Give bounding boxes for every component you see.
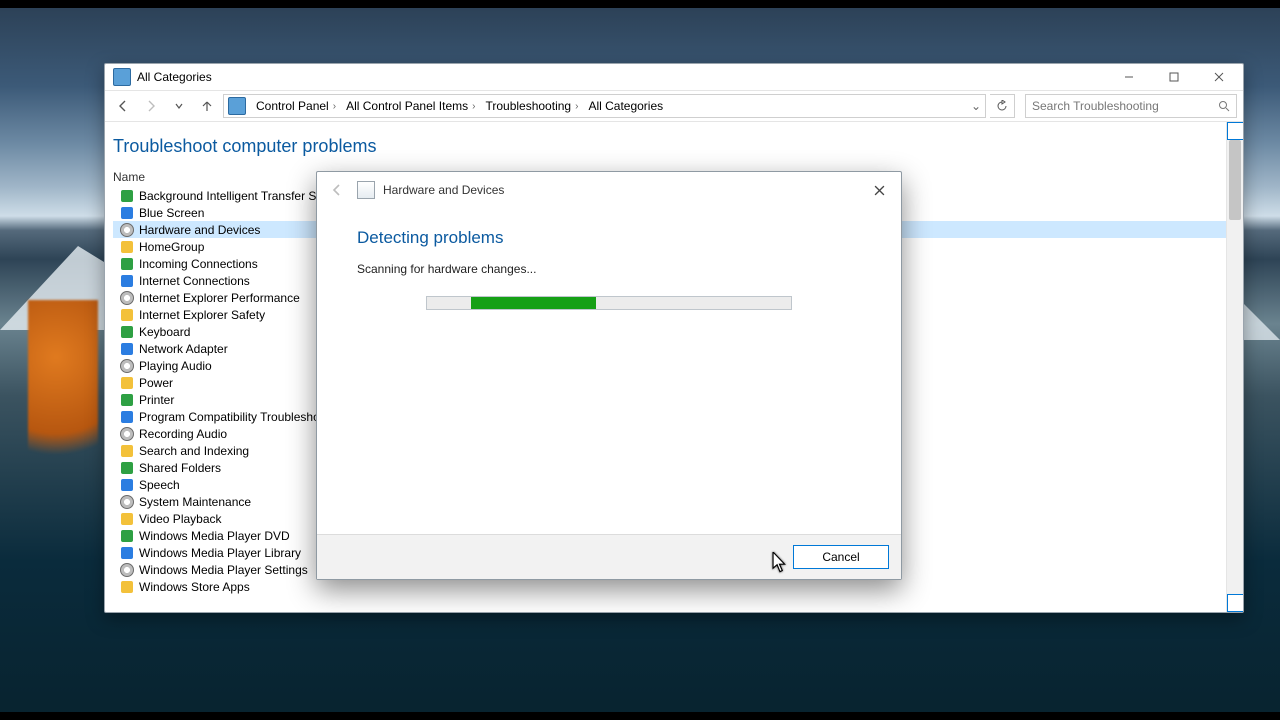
list-item-label: Speech: [139, 478, 180, 492]
troubleshooter-icon: [119, 478, 135, 492]
scroll-down-icon[interactable]: ▾: [1227, 594, 1243, 612]
list-item-label: Blue Screen: [139, 206, 204, 220]
dialog-message: Scanning for hardware changes...: [357, 262, 861, 276]
troubleshooter-icon: [119, 546, 135, 560]
troubleshooter-icon: [119, 240, 135, 254]
list-item-label: Hardware and Devices: [139, 223, 260, 237]
chevron-right-icon: ›: [333, 101, 336, 112]
list-item-label: Recording Audio: [139, 427, 227, 441]
troubleshooter-icon: [119, 359, 135, 373]
maximize-button[interactable]: [1151, 64, 1196, 90]
list-item-label: Search and Indexing: [139, 444, 249, 458]
nav-back-button[interactable]: [111, 94, 135, 118]
list-item-label: Playing Audio: [139, 359, 212, 373]
control-panel-window: All Categories: [104, 63, 1244, 613]
dialog-icon: [357, 181, 375, 199]
troubleshooter-icon: [119, 291, 135, 305]
dialog-header: Detecting problems: [357, 228, 861, 248]
list-item-label: Incoming Connections: [139, 257, 258, 271]
dialog-footer: Cancel: [317, 534, 901, 579]
list-item-label: Program Compatibility Troublesho: [139, 410, 320, 424]
troubleshooter-icon: [119, 495, 135, 509]
troubleshooter-icon: [119, 325, 135, 339]
list-item-label: Network Adapter: [139, 342, 228, 356]
troubleshooter-icon: [119, 461, 135, 475]
troubleshooter-icon: [119, 512, 135, 526]
list-item-label: System Maintenance: [139, 495, 251, 509]
scroll-up-icon[interactable]: ▴: [1227, 122, 1243, 140]
titlebar[interactable]: All Categories: [105, 64, 1243, 91]
list-item-label: HomeGroup: [139, 240, 204, 254]
search-placeholder: Search Troubleshooting: [1032, 99, 1218, 113]
troubleshooter-icon: [119, 376, 135, 390]
chevron-right-icon: ›: [575, 101, 578, 112]
list-item-label: Windows Media Player DVD: [139, 529, 290, 543]
vertical-scrollbar[interactable]: ▴ ▾: [1226, 122, 1243, 612]
troubleshooter-icon: [119, 529, 135, 543]
list-item-label: Background Intelligent Transfer Se: [139, 189, 323, 203]
troubleshooter-icon: [119, 308, 135, 322]
troubleshooter-icon: [119, 580, 135, 594]
progress-segment: [471, 297, 596, 309]
search-icon: [1218, 100, 1230, 112]
dialog-close-button[interactable]: [863, 178, 895, 202]
list-item-label: Keyboard: [139, 325, 190, 339]
troubleshooter-icon: [119, 410, 135, 424]
list-item-label: Printer: [139, 393, 174, 407]
dialog-body: Detecting problems Scanning for hardware…: [317, 208, 901, 534]
window-title: All Categories: [137, 70, 1106, 84]
chevron-right-icon: ›: [472, 101, 475, 112]
troubleshooter-icon: [119, 563, 135, 577]
list-item-label: Shared Folders: [139, 461, 221, 475]
page-title: Troubleshoot computer problems: [113, 136, 1235, 157]
desktop-wallpaper: All Categories: [0, 0, 1280, 720]
troubleshooter-icon: [119, 342, 135, 356]
list-item-label: Windows Store Apps: [139, 580, 250, 594]
breadcrumb[interactable]: Control Panel›: [252, 96, 340, 116]
troubleshooter-icon: [119, 223, 135, 237]
troubleshooter-icon: [119, 393, 135, 407]
list-item-label: Internet Connections: [139, 274, 250, 288]
address-bar[interactable]: Control Panel› All Control Panel Items› …: [223, 94, 986, 118]
list-item-label: Internet Explorer Performance: [139, 291, 300, 305]
list-item-label: Windows Media Player Library: [139, 546, 301, 560]
close-button[interactable]: [1196, 64, 1241, 90]
nav-forward-button[interactable]: [139, 94, 163, 118]
troubleshooter-icon: [119, 427, 135, 441]
address-icon: [228, 97, 246, 115]
window-icon: [113, 68, 131, 86]
list-item[interactable]: Windows Store Apps: [113, 578, 1235, 595]
letterbox-top: [0, 0, 1280, 8]
troubleshooter-icon: [119, 444, 135, 458]
list-item-label: Video Playback: [139, 512, 222, 526]
breadcrumb[interactable]: All Categories: [584, 96, 667, 116]
nav-up-button[interactable]: [195, 94, 219, 118]
troubleshooter-wizard-dialog: Hardware and Devices Detecting problems …: [316, 171, 902, 580]
troubleshooter-icon: [119, 206, 135, 220]
breadcrumb[interactable]: Troubleshooting›: [481, 96, 582, 116]
breadcrumb[interactable]: All Control Panel Items›: [342, 96, 479, 116]
search-input[interactable]: Search Troubleshooting: [1025, 94, 1237, 118]
nav-recent-dropdown[interactable]: [167, 94, 191, 118]
troubleshooter-icon: [119, 189, 135, 203]
list-item-label: Internet Explorer Safety: [139, 308, 265, 322]
list-item-label: Power: [139, 376, 173, 390]
list-item-label: Windows Media Player Settings: [139, 563, 308, 577]
wallpaper-decor: [28, 300, 98, 490]
minimize-button[interactable]: [1106, 64, 1151, 90]
troubleshooter-icon: [119, 257, 135, 271]
dialog-titlebar[interactable]: Hardware and Devices: [317, 172, 901, 208]
navigation-row: Control Panel› All Control Panel Items› …: [105, 91, 1243, 122]
dialog-back-button[interactable]: [325, 178, 349, 202]
scrollbar-thumb[interactable]: [1229, 140, 1241, 220]
cancel-button[interactable]: Cancel: [793, 545, 889, 569]
progress-bar: [426, 296, 792, 310]
refresh-button[interactable]: [990, 94, 1015, 118]
troubleshooter-icon: [119, 274, 135, 288]
dialog-title: Hardware and Devices: [383, 183, 504, 197]
address-dropdown-icon[interactable]: ⌄: [971, 99, 981, 113]
letterbox-bottom: [0, 712, 1280, 720]
